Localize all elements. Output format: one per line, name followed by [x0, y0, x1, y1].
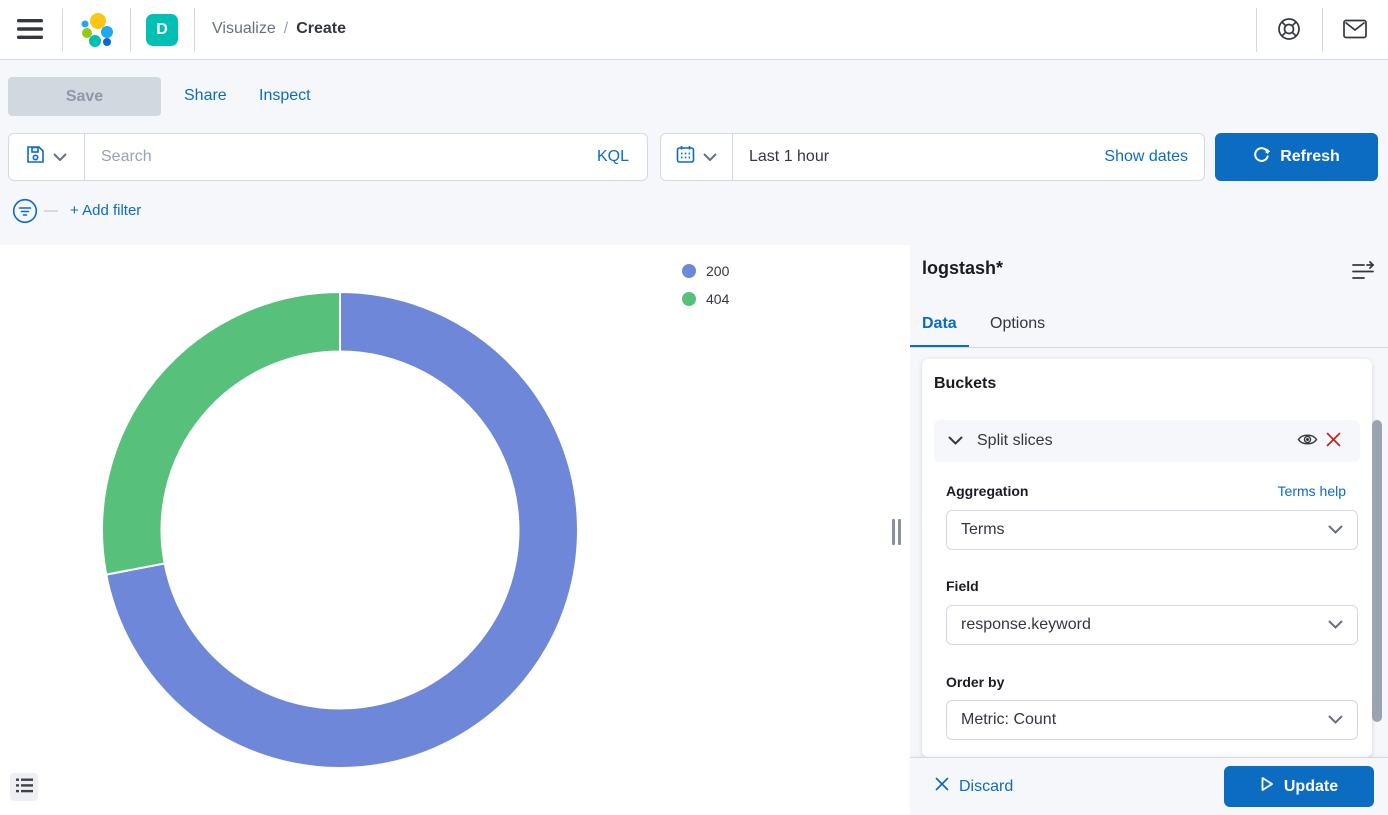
query-language-button[interactable]: KQL: [579, 148, 647, 166]
app-header: D Visualize / Create: [0, 0, 1388, 60]
tab-data-label: Data: [922, 313, 957, 333]
close-x-icon: [1326, 432, 1341, 450]
update-button[interactable]: Update: [1224, 766, 1374, 807]
space-avatar[interactable]: D: [146, 14, 178, 46]
discard-label: Discard: [959, 778, 1013, 796]
refresh-icon: [1253, 146, 1270, 168]
inspect-button[interactable]: Inspect: [259, 87, 311, 105]
legend-item-200[interactable]: 200: [682, 263, 729, 279]
close-x-icon: [935, 777, 949, 796]
collapse-panel-button[interactable]: [1350, 260, 1376, 284]
chevron-down-icon: [948, 432, 963, 450]
mail-icon: [1342, 18, 1368, 43]
breadcrumb-create: Create: [296, 20, 346, 38]
save-button[interactable]: Save: [8, 77, 161, 116]
tab-data[interactable]: Data: [910, 313, 969, 348]
toggle-visibility-button[interactable]: [1294, 428, 1320, 454]
saved-query-menu-button[interactable]: [9, 134, 85, 180]
update-label: Update: [1284, 778, 1338, 796]
time-range-value[interactable]: Last 1 hour: [733, 148, 1104, 166]
donut-slice-404[interactable]: [102, 292, 340, 575]
legend-list-icon: [16, 778, 33, 796]
field-label: Field: [946, 578, 979, 594]
buckets-config-card: Buckets Split slices Aggregation: [922, 359, 1372, 757]
legend-item-404[interactable]: 404: [682, 291, 729, 307]
panel-resize-handle[interactable]: [892, 519, 902, 545]
play-icon: [1260, 776, 1274, 797]
chart-legend: 200 404: [682, 263, 729, 307]
filter-menu-button[interactable]: [12, 198, 38, 224]
breadcrumb: Visualize / Create: [212, 20, 346, 38]
index-pattern-title: logstash*: [922, 258, 1003, 279]
legend-label: 404: [706, 291, 729, 307]
header-divider: [62, 8, 63, 52]
aggregation-select[interactable]: Terms: [946, 510, 1358, 550]
hamburger-icon: [15, 17, 45, 44]
chevron-down-icon: [53, 148, 67, 166]
header-divider: [130, 8, 131, 52]
add-filter-button[interactable]: + Add filter: [70, 202, 141, 219]
terms-help-link[interactable]: Terms help: [1278, 483, 1346, 499]
calendar-icon: [676, 145, 695, 169]
help-button[interactable]: [1274, 16, 1304, 44]
aggregation-value: Terms: [961, 521, 1005, 539]
save-query-floppy-icon: [26, 145, 45, 169]
date-picker-bar: Last 1 hour Show dates: [660, 133, 1205, 181]
remove-bucket-button[interactable]: [1320, 428, 1346, 454]
split-slices-accordion[interactable]: Split slices: [934, 420, 1360, 462]
header-divider: [194, 8, 195, 52]
kibana-visualize-editor: D Visualize / Create: [0, 0, 1388, 815]
bucket-type-label: Split slices: [977, 432, 1294, 450]
share-button[interactable]: Share: [184, 87, 227, 105]
order-by-label: Order by: [946, 674, 1004, 690]
chevron-down-icon: [1328, 616, 1343, 634]
date-quick-menu-button[interactable]: [661, 134, 733, 180]
menu-right-collapse-icon: [1351, 261, 1375, 284]
query-bar: KQL: [8, 133, 648, 181]
order-by-select[interactable]: Metric: Count: [946, 700, 1358, 740]
tab-options[interactable]: Options: [978, 313, 1057, 347]
header-divider: [1256, 8, 1257, 52]
field-value: response.keyword: [961, 616, 1091, 634]
visualization-canvas: [0, 245, 910, 815]
filter-funnel-icon: [12, 211, 38, 228]
panel-scrollbar-thumb[interactable]: [1372, 420, 1382, 722]
chevron-down-icon: [703, 148, 717, 166]
legend-toggle-button[interactable]: [10, 773, 38, 801]
menu-hamburger-button[interactable]: [14, 16, 46, 44]
donut-pie-chart[interactable]: [100, 290, 580, 770]
refresh-button-label: Refresh: [1280, 148, 1340, 166]
help-life-ring-icon: [1276, 16, 1302, 45]
refresh-button[interactable]: Refresh: [1215, 133, 1378, 181]
field-select[interactable]: response.keyword: [946, 605, 1358, 645]
aggregation-label: Aggregation: [946, 483, 1028, 499]
tabs-divider: [910, 347, 1388, 348]
legend-label: 200: [706, 263, 729, 279]
tab-options-label: Options: [990, 313, 1045, 333]
discard-button[interactable]: Discard: [935, 777, 1013, 796]
chevron-down-icon: [1328, 711, 1343, 729]
breadcrumb-visualize[interactable]: Visualize: [212, 20, 276, 38]
chevron-down-icon: [1328, 521, 1343, 539]
legend-dot-404: [682, 292, 696, 306]
eye-icon: [1297, 432, 1318, 450]
legend-dot-200: [682, 264, 696, 278]
elastic-logo[interactable]: [78, 12, 114, 53]
breadcrumb-separator: /: [284, 20, 288, 38]
header-divider: [1322, 8, 1323, 52]
filter-bar-dash: [44, 210, 58, 212]
order-by-value: Metric: Count: [961, 711, 1056, 729]
search-input[interactable]: [85, 148, 579, 166]
editor-bottom-bar: Discard Update: [910, 757, 1388, 815]
buckets-section-title: Buckets: [934, 375, 996, 393]
show-dates-button[interactable]: Show dates: [1104, 148, 1204, 166]
newsfeed-button[interactable]: [1340, 16, 1370, 44]
